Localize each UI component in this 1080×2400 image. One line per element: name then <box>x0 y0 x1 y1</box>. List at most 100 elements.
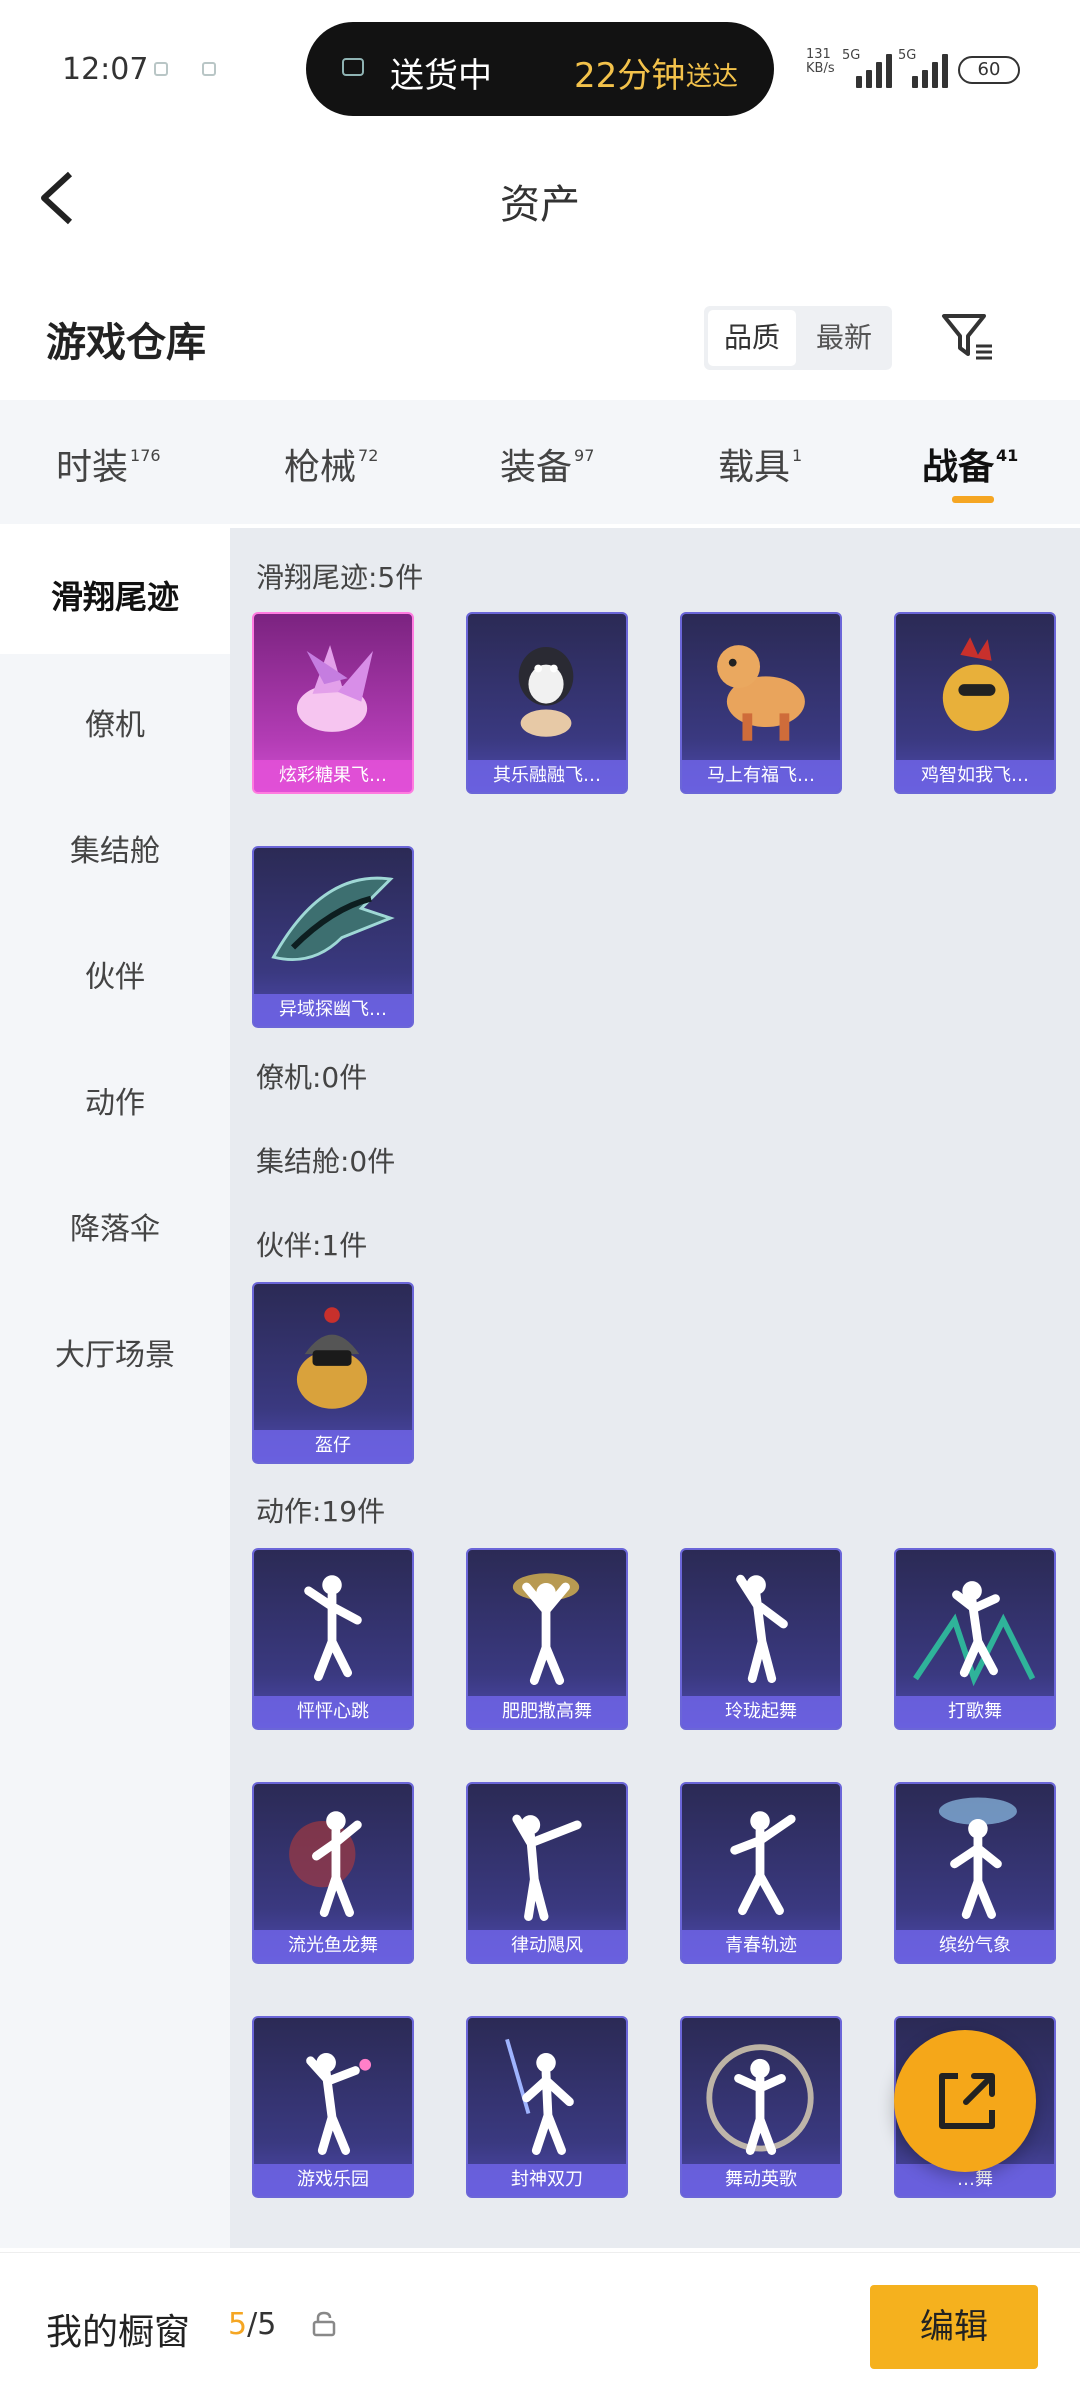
item-card[interactable]: 马上有福飞… <box>680 612 842 794</box>
item-label: 玲珑起舞 <box>682 1696 840 1728</box>
tab-count: 97 <box>574 446 595 465</box>
item-card[interactable]: 律动飓风 <box>466 1782 628 1964</box>
sidebar-item-wingman[interactable]: 僚机 <box>0 700 230 744</box>
signal-5g-label: 5G <box>898 48 917 63</box>
sort-by-quality-button[interactable]: 品质 <box>708 310 796 366</box>
item-card[interactable]: 异域探幽飞… <box>252 846 414 1028</box>
showcase-count: 5/5 <box>228 2307 276 2342</box>
item-card[interactable]: 玲珑起舞 <box>680 1548 842 1730</box>
lock-icon <box>312 2311 336 2337</box>
item-label: 游戏乐园 <box>254 2164 412 2196</box>
sidebar-item-emote[interactable]: 动作 <box>0 1078 230 1122</box>
item-label: 缤纷气象 <box>896 1930 1054 1962</box>
signal-bar <box>866 70 872 88</box>
exotic-trail-image <box>271 876 395 962</box>
sort-toggle: 品质 最新 <box>704 306 892 370</box>
item-label: 怦怦心跳 <box>254 1696 412 1728</box>
item-label: 鸡智如我飞… <box>896 760 1054 792</box>
item-card[interactable]: 舞动英歌 <box>680 2016 842 2198</box>
showcase-count-current: 5 <box>228 2307 248 2342</box>
sidebar-item-rally-pod[interactable]: 集结舱 <box>0 826 230 870</box>
item-card[interactable]: 怦怦心跳 <box>252 1548 414 1730</box>
sidebar-item-glide-trail[interactable]: 滑翔尾迹 <box>0 572 230 618</box>
item-label: 舞动英歌 <box>682 2164 840 2196</box>
network-speed: 131 KB/s <box>806 47 835 76</box>
item-card[interactable]: 打歌舞 <box>894 1548 1056 1730</box>
share-icon <box>939 2073 995 2129</box>
emote-figure-image <box>938 1797 1017 1919</box>
edit-button[interactable]: 编辑 <box>870 2285 1038 2369</box>
emote-figure-image <box>512 1814 582 1921</box>
filter-icon[interactable] <box>940 310 996 366</box>
tab-combat-gear[interactable]: 战备 41 <box>922 438 1018 490</box>
item-card[interactable]: 其乐融融飞… <box>466 612 628 794</box>
sidebar-item-lobby-scene[interactable]: 大厅场景 <box>0 1330 230 1374</box>
item-card[interactable]: 封神双刀 <box>466 2016 628 2198</box>
tab-weapons[interactable]: 枪械 72 <box>284 438 378 490</box>
tab-label: 装备 <box>500 447 573 488</box>
delivery-status: 送货中 <box>390 56 492 96</box>
signal-bar <box>856 76 862 88</box>
emote-figure-image <box>304 1575 362 1682</box>
item-label: 马上有福飞… <box>682 760 840 792</box>
signal-indicators: 131 KB/s 5G 5G <box>806 48 976 88</box>
item-card[interactable]: 游戏乐园 <box>252 2016 414 2198</box>
signal-bar <box>912 76 918 88</box>
tab-active-indicator <box>952 496 994 503</box>
notification-icon <box>154 62 168 76</box>
live-activity-pill[interactable]: 送货中 22分钟 送达 <box>306 22 774 116</box>
tab-label: 载具 <box>718 447 791 488</box>
horse-trail-image <box>717 645 805 741</box>
emote-figure-image <box>289 1811 362 1918</box>
signal-bar <box>922 70 928 88</box>
delivery-suffix: 送达 <box>686 62 739 92</box>
emote-figure-image <box>736 1574 788 1684</box>
item-label: 盔仔 <box>254 1430 412 1462</box>
emote-figure-image <box>730 1811 796 1916</box>
sidebar <box>0 528 230 2248</box>
clock: 12:07 <box>62 52 149 87</box>
penguin-trail-image <box>518 647 574 737</box>
share-button[interactable] <box>894 2030 1036 2172</box>
tab-fashion[interactable]: 时装 176 <box>56 438 161 490</box>
item-card[interactable]: 炫彩糖果飞… <box>252 612 414 794</box>
item-card[interactable]: 青春轨迹 <box>680 1782 842 1964</box>
item-card[interactable]: 盔仔 <box>252 1282 414 1464</box>
showcase-label: 我的橱窗 <box>46 2312 191 2353</box>
item-label: 青春轨迹 <box>682 1930 840 1962</box>
tab-count: 176 <box>130 446 161 465</box>
tab-label: 战备 <box>922 447 995 488</box>
signal-bar <box>932 62 938 88</box>
tab-vehicles[interactable]: 载具 1 <box>718 438 802 490</box>
section-title-glide-trail: 滑翔尾迹:5件 <box>256 561 424 594</box>
helmet-buddy-image <box>296 1307 368 1409</box>
item-card[interactable]: 流光鱼龙舞 <box>252 1782 414 1964</box>
sidebar-item-parachute[interactable]: 降落伞 <box>0 1204 230 1248</box>
status-bar: 12:07 送货中 22分钟 送达 131 KB/s 5G 5G 60 <box>0 0 1080 130</box>
delivery-icon <box>342 58 364 76</box>
section-title-wingman: 僚机:0件 <box>256 1061 368 1094</box>
item-label: 异域探幽飞… <box>254 994 412 1026</box>
item-card[interactable]: 肥肥撒高舞 <box>466 1548 628 1730</box>
section-title-emote: 动作:19件 <box>256 1495 386 1528</box>
tab-label: 枪械 <box>284 447 357 488</box>
bottom-bar: 我的橱窗 5/5 编辑 <box>0 2252 1080 2400</box>
item-label: 律动飓风 <box>468 1930 626 1962</box>
section-title-rally-pod: 集结舱:0件 <box>256 1145 396 1178</box>
item-label: 其乐融融飞… <box>468 760 626 792</box>
tab-count: 72 <box>358 446 379 465</box>
item-label: 肥肥撒高舞 <box>468 1696 626 1728</box>
item-label: 打歌舞 <box>896 1696 1054 1728</box>
chicken-trail-image <box>942 637 1010 731</box>
emote-figure-image <box>913 1581 1036 1687</box>
battery-indicator: 60 <box>958 56 1020 84</box>
tab-count: 41 <box>996 446 1019 465</box>
sort-by-newest-button[interactable]: 最新 <box>800 310 888 366</box>
item-card[interactable]: 鸡智如我飞… <box>894 612 1056 794</box>
tab-equipment[interactable]: 装备 97 <box>500 438 594 490</box>
tab-label: 时装 <box>56 447 129 488</box>
section-title-companion: 伙伴:1件 <box>256 1229 368 1262</box>
item-card[interactable]: 缤纷气象 <box>894 1782 1056 1964</box>
emote-figure-image <box>505 2038 574 2155</box>
sidebar-item-companion[interactable]: 伙伴 <box>0 952 230 996</box>
